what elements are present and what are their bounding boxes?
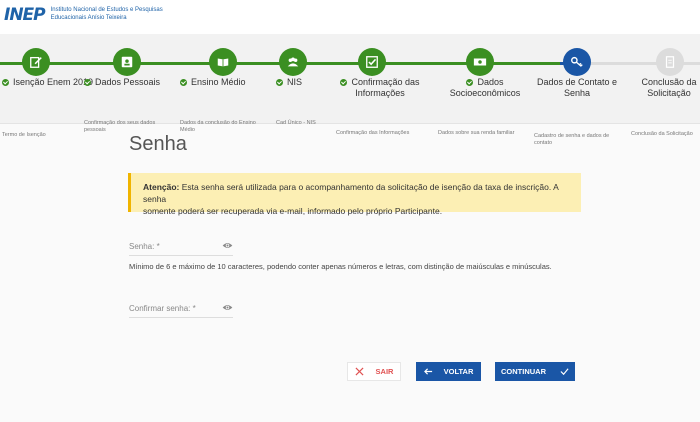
step-3-check-icon	[180, 79, 187, 87]
back-button-label: VOLTAR	[443, 367, 474, 376]
step-1-subtitle: Termo de Isenção	[2, 132, 46, 138]
step-8-title: Conclusão da Solicitação	[641, 77, 697, 98]
arrow-left-icon	[423, 368, 432, 375]
step-7-key-icon[interactable]	[563, 48, 591, 76]
step-7-title: Dados de Contato e Senha	[536, 77, 618, 98]
step-4-check-icon	[276, 79, 283, 87]
step-2-contact-card-icon[interactable]	[113, 48, 141, 76]
step-1-title: Isenção Enem 2019	[2, 77, 93, 88]
step-7-subtitle: Cadastro de senha e dados de contato	[534, 133, 610, 146]
logo-org-name: Instituto Nacional de Estudos e Pesquisa…	[51, 6, 163, 22]
step-1-check-icon	[2, 79, 9, 87]
close-icon	[355, 367, 364, 376]
check-icon	[560, 368, 569, 376]
step-3-book-icon[interactable]	[209, 48, 237, 76]
password-label: Senha: *	[129, 242, 160, 251]
progress-stepper: Isenção Enem 2019 Termo de Isenção Dados…	[0, 34, 700, 146]
exit-button[interactable]: SAIR	[347, 362, 401, 381]
continue-button[interactable]: CONTINUAR	[495, 362, 575, 381]
back-button[interactable]: VOLTAR	[416, 362, 481, 381]
step-5-subtitle: Confirmação das Informações	[336, 130, 410, 136]
step-2-check-icon	[84, 79, 91, 87]
step-8-document-icon[interactable]	[656, 48, 684, 76]
step-4-title: NIS	[276, 77, 302, 88]
toggle-visibility-eye-icon[interactable]	[222, 240, 233, 251]
alert-line-1: Atenção: Esta senha será utilizada para …	[143, 182, 559, 204]
continue-button-label: CONTINUAR	[501, 367, 546, 376]
step-6-money-icon[interactable]	[466, 48, 494, 76]
confirm-password-field[interactable]: Confirmar senha: *	[129, 304, 233, 318]
step-5-title: Confirmação das Informações	[336, 77, 424, 99]
step-3-title: Ensino Médio	[180, 77, 246, 88]
step-5-check-icon	[340, 79, 348, 87]
toggle-confirm-visibility-eye-icon[interactable]	[222, 302, 233, 313]
step-4-subtitle: Cad Único - NIS	[276, 120, 316, 126]
inep-logo[interactable]: INEP Instituto Nacional de Estudos e Pes…	[4, 6, 163, 24]
alert-label: Atenção:	[143, 182, 180, 192]
top-bar: INEP Instituto Nacional de Estudos e Pes…	[0, 0, 700, 34]
step-8-subtitle: Conclusão da Solicitação	[631, 131, 693, 137]
step-1-edit-icon[interactable]	[22, 48, 50, 76]
exit-button-label: SAIR	[375, 367, 394, 376]
step-3-subtitle: Dados da conclusão do Ensino Médio	[180, 120, 256, 133]
password-hint: Mínimo de 6 e máximo de 10 caracteres, p…	[129, 262, 552, 271]
step-5-checkbox-icon[interactable]	[358, 48, 386, 76]
org-line-1: Instituto Nacional de Estudos e Pesquisa…	[50, 7, 163, 13]
step-2-subtitle: Confirmação dos seus dados pessoais	[84, 120, 156, 133]
org-line-2: Educacionais Anísio Teixeira	[50, 15, 127, 21]
logo-mark: INEP	[4, 5, 46, 25]
confirm-password-label: Confirmar senha: *	[129, 304, 196, 313]
step-6-subtitle: Dados sobre sua renda familiar	[438, 130, 515, 136]
password-field[interactable]: Senha: *	[129, 242, 233, 256]
alert-line-2: somente poderá ser recuperada via e-mail…	[143, 206, 443, 216]
step-6-title: Dados Socioeconômicos	[449, 77, 521, 98]
step-4-group-icon[interactable]	[279, 48, 307, 76]
step-6-check-icon	[466, 79, 474, 87]
page-title: Senha	[129, 133, 187, 155]
attention-alert: Atenção: Esta senha será utilizada para …	[128, 173, 581, 216]
step-2-title: Dados Pessoais	[84, 77, 160, 88]
